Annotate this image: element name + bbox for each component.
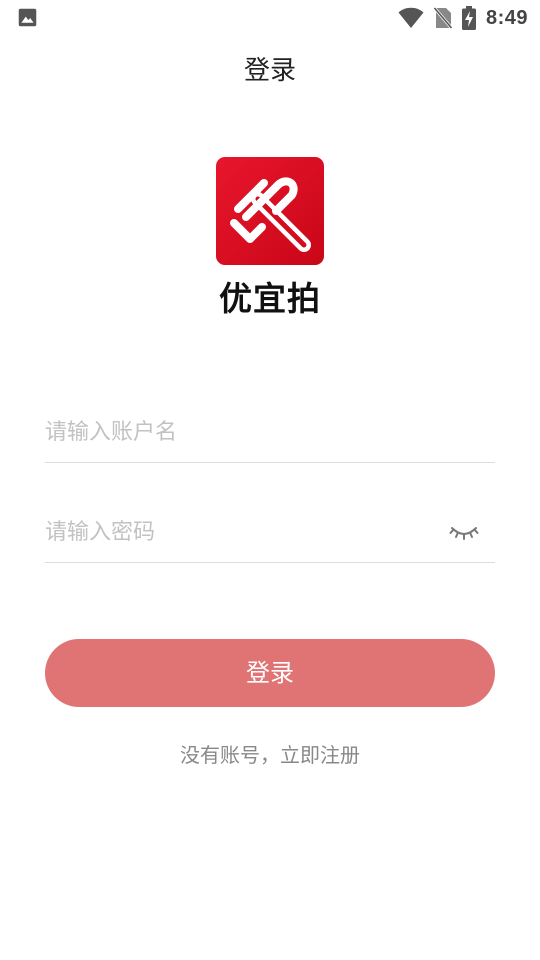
eye-closed-icon[interactable] <box>449 520 479 542</box>
no-sim-icon <box>433 7 452 29</box>
battery-charging-icon <box>461 6 476 30</box>
username-field-container <box>45 402 495 463</box>
page-title: 登录 <box>243 56 296 86</box>
brand-name: 优宜拍 <box>219 279 321 318</box>
app-logo <box>216 157 324 265</box>
login-button[interactable]: 登录 <box>45 639 495 707</box>
status-bar: 8:49 <box>0 0 540 36</box>
status-time: 8:49 <box>485 6 528 29</box>
register-link[interactable]: 没有账号，立即注册 <box>0 739 540 768</box>
image-icon <box>18 8 37 27</box>
wifi-icon <box>398 7 424 28</box>
auction-hammer-logo-icon <box>230 177 311 252</box>
username-input[interactable] <box>45 402 435 462</box>
password-input[interactable] <box>45 502 435 562</box>
password-field-container <box>45 502 495 563</box>
